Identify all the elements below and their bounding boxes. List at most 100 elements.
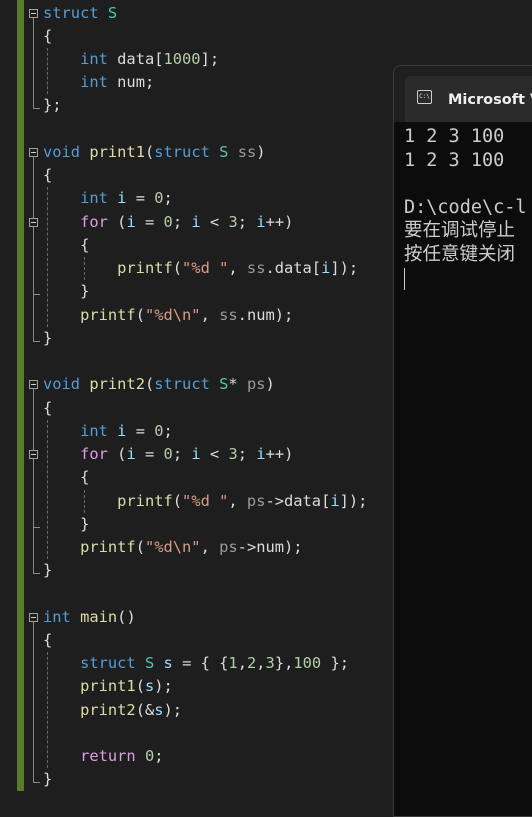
code-token: ++): [265, 445, 294, 464]
code-token: ;: [172, 212, 192, 231]
code-line[interactable]: {: [43, 234, 89, 257]
code-token: (: [144, 142, 155, 161]
code-token: ->data[: [265, 491, 331, 510]
code-line[interactable]: {: [43, 25, 52, 48]
code-token: 3: [265, 654, 275, 673]
code-line[interactable]: int i = 0;: [43, 187, 173, 210]
console-output-line: 要在调试停止: [404, 220, 516, 242]
code-token: 3: [228, 445, 238, 464]
code-line[interactable]: print2(&s);: [43, 699, 182, 722]
code-token: 3: [228, 212, 238, 231]
code-token: ,: [256, 654, 266, 673]
code-token: struct: [43, 3, 99, 22]
code-token: s: [163, 654, 173, 673]
indent-guide: [47, 187, 48, 327]
code-token: ]);: [339, 491, 368, 510]
code-line[interactable]: }: [43, 768, 52, 791]
code-line[interactable]: struct S s = { {1,2,3},100 };: [43, 652, 349, 675]
code-line[interactable]: int data[1000];: [43, 48, 219, 71]
code-line[interactable]: for (i = 0; i < 3; i++): [43, 443, 293, 466]
debug-console-window[interactable]: C:\ Microsoft Visual Studio 调试控制台 1 2 3 …: [393, 65, 532, 817]
code-token: = { {: [172, 654, 229, 673]
code-token: ,: [228, 491, 247, 510]
indent-guide: [84, 257, 85, 281]
console-tab[interactable]: C:\ Microsoft Visual Studio 调试控制台: [405, 76, 532, 122]
code-token: (: [172, 259, 183, 278]
code-line[interactable]: int main(): [43, 606, 136, 629]
code-token: {: [43, 468, 90, 487]
code-token: ->num);: [237, 538, 303, 557]
code-line[interactable]: {: [43, 629, 52, 652]
code-line[interactable]: {: [43, 466, 89, 489]
code-token: i: [256, 212, 266, 231]
code-line[interactable]: return 0;: [43, 745, 163, 768]
text-cursor: [404, 268, 405, 290]
code-line[interactable]: }: [43, 513, 89, 536]
code-token: i: [330, 491, 340, 510]
code-token: S: [144, 654, 155, 673]
code-token: i: [191, 212, 201, 231]
code-line[interactable]: print1(s);: [43, 675, 173, 698]
code-token: void: [43, 375, 81, 394]
code-token: <: [200, 212, 229, 231]
code-line[interactable]: }: [43, 280, 89, 303]
code-token: ): [265, 375, 275, 394]
code-line[interactable]: }: [43, 327, 52, 350]
code-token: i: [126, 445, 136, 464]
code-token: s: [154, 700, 164, 719]
code-token: ;: [163, 189, 173, 208]
code-line[interactable]: };: [43, 94, 62, 117]
code-line[interactable]: void print2(struct S* ps): [43, 373, 275, 396]
collapse-icon[interactable]: [29, 450, 38, 460]
code-token: .data[: [265, 259, 322, 278]
code-token: printf: [117, 491, 173, 510]
code-token: S: [107, 3, 118, 22]
code-line[interactable]: }: [43, 559, 52, 582]
code-line[interactable]: struct S: [43, 2, 117, 25]
code-token: return: [80, 747, 136, 766]
code-token: }: [43, 514, 90, 533]
code-token: ,: [237, 654, 247, 673]
collapse-icon[interactable]: [29, 147, 38, 157]
fold-guide: [33, 459, 40, 528]
code-token: 0: [163, 212, 173, 231]
code-line[interactable]: printf("%d\n", ps->num);: [43, 536, 303, 559]
indent-guide: [47, 652, 48, 769]
collapse-icon[interactable]: [29, 612, 38, 622]
code-token: (: [172, 491, 183, 510]
code-line[interactable]: for (i = 0; i < 3; i++): [43, 211, 293, 234]
code-token: (: [107, 212, 127, 231]
code-token: print2: [89, 375, 145, 394]
code-line[interactable]: void print1(struct S ss): [43, 141, 266, 164]
code-token: 0: [154, 421, 164, 440]
code-token: ps: [246, 375, 266, 394]
code-line[interactable]: {: [43, 164, 52, 187]
code-line[interactable]: printf("%d ", ss.data[i]);: [43, 257, 358, 280]
code-token: .num);: [237, 305, 294, 324]
collapse-icon[interactable]: [29, 8, 38, 18]
code-line[interactable]: printf("%d\n", ss.num);: [43, 304, 293, 327]
code-token: ++): [265, 212, 294, 231]
code-line[interactable]: printf("%d ", ps->data[i]);: [43, 490, 367, 513]
code-line[interactable]: int num;: [43, 71, 154, 94]
code-token: printf: [80, 538, 136, 557]
code-token: i: [126, 212, 136, 231]
console-output-line: 按任意键关闭: [404, 244, 516, 265]
code-line[interactable]: int i = 0;: [43, 420, 173, 443]
collapse-icon[interactable]: [29, 380, 38, 390]
code-token: =: [126, 421, 155, 440]
code-token: for: [80, 445, 108, 464]
indent-guide: [84, 489, 85, 513]
collapse-icon[interactable]: [29, 217, 38, 227]
code-line[interactable]: {: [43, 397, 52, 420]
fold-guide: [33, 226, 40, 296]
